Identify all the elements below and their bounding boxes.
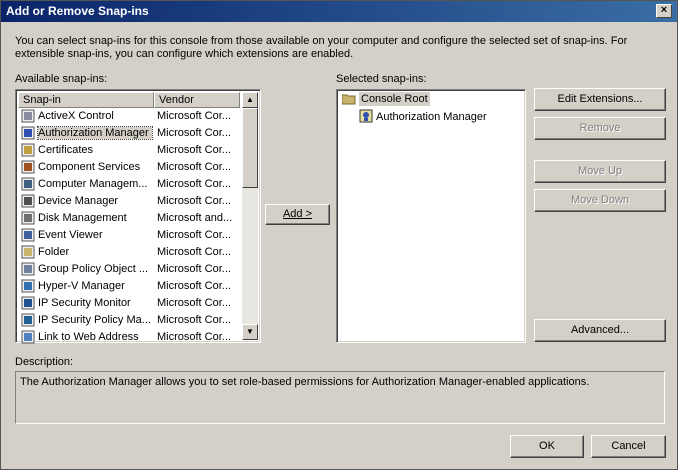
web-link-icon xyxy=(21,330,35,344)
snapin-name: Link to Web Address xyxy=(38,331,139,343)
snapin-name: Folder xyxy=(38,246,70,258)
snapin-vendor: Microsoft Cor... xyxy=(157,195,231,207)
edit-extensions-button[interactable]: Edit Extensions... xyxy=(534,88,666,111)
snapin-name: Computer Managem... xyxy=(38,178,148,190)
available-snapins-label: Available snap-ins: xyxy=(15,73,108,85)
list-item[interactable]: Link to Web Address Microsoft Cor... xyxy=(18,329,240,346)
remove-button[interactable]: Remove xyxy=(534,117,666,140)
ok-button[interactable]: OK xyxy=(510,435,584,458)
snapin-name: Event Viewer xyxy=(38,229,103,241)
cancel-button[interactable]: Cancel xyxy=(591,435,666,458)
list-item[interactable]: Component Services Microsoft Cor... xyxy=(18,159,240,176)
snapin-vendor: Microsoft Cor... xyxy=(157,229,231,241)
device-manager-icon xyxy=(21,194,35,208)
authorization-manager-icon xyxy=(359,109,373,123)
disk-management-icon xyxy=(21,211,35,225)
list-item[interactable]: Disk Management Microsoft and... xyxy=(18,210,240,227)
snapin-name: IP Security Monitor xyxy=(38,297,131,309)
description-box: The Authorization Manager allows you to … xyxy=(15,371,665,424)
tree-item-label: Authorization Manager xyxy=(376,111,487,123)
description-label: Description: xyxy=(15,356,74,368)
snapin-vendor: Microsoft Cor... xyxy=(157,297,231,309)
intro-text: You can select snap-ins for this console… xyxy=(15,35,628,60)
snapin-vendor: Microsoft Cor... xyxy=(157,331,231,343)
snapin-name: Hyper-V Manager xyxy=(38,280,125,292)
add-button[interactable]: Add > xyxy=(265,204,330,225)
folder-icon xyxy=(21,245,35,259)
component-services-icon xyxy=(21,160,35,174)
column-header-snapin[interactable]: Snap-in xyxy=(18,92,154,108)
snapin-vendor: Microsoft Cor... xyxy=(157,178,231,190)
snapin-vendor: Microsoft Cor... xyxy=(157,314,231,326)
list-item[interactable]: Hyper-V Manager Microsoft Cor... xyxy=(18,278,240,295)
ip-security-monitor-icon xyxy=(21,296,35,310)
add-remove-snapins-dialog: Add or Remove Snap-ins × You can select … xyxy=(0,0,678,470)
snapin-vendor: Microsoft Cor... xyxy=(157,127,231,139)
list-item[interactable]: IP Security Monitor Microsoft Cor... xyxy=(18,295,240,312)
snapin-vendor: Microsoft Cor... xyxy=(157,144,231,156)
description-text: The Authorization Manager allows you to … xyxy=(20,376,590,388)
hyper-v-icon xyxy=(21,279,35,293)
snapin-name: IP Security Policy Ma... xyxy=(38,314,151,326)
add-button-label: Add > xyxy=(282,208,313,220)
snapin-name: Certificates xyxy=(38,144,94,156)
ip-security-policy-icon xyxy=(21,313,35,327)
close-button[interactable]: × xyxy=(656,4,672,18)
selected-snapins-tree[interactable]: Console Root Authorization Manager xyxy=(336,89,526,343)
authorization-manager-icon xyxy=(21,126,35,140)
snapin-name: Disk Management xyxy=(38,212,127,224)
tree-item-label: Console Root xyxy=(359,92,430,106)
selected-snapins-label: Selected snap-ins: xyxy=(336,73,427,85)
snapin-name: Component Services xyxy=(38,161,141,173)
list-item[interactable]: Group Policy Object ... Microsoft Cor... xyxy=(18,261,240,278)
computer-management-icon xyxy=(21,177,35,191)
snapin-name: Group Policy Object ... xyxy=(38,263,149,275)
list-item[interactable]: Folder Microsoft Cor... xyxy=(18,244,240,261)
event-viewer-icon xyxy=(21,228,35,242)
advanced-button[interactable]: Advanced... xyxy=(534,319,666,342)
list-item[interactable]: Device Manager Microsoft Cor... xyxy=(18,193,240,210)
title-bar: Add or Remove Snap-ins × xyxy=(1,1,677,22)
snapin-vendor: Microsoft Cor... xyxy=(157,110,231,122)
certificates-icon xyxy=(21,143,35,157)
group-policy-icon xyxy=(21,262,35,276)
list-item[interactable]: ActiveX Control Microsoft Cor... xyxy=(18,108,240,125)
snapin-vendor: Microsoft Cor... xyxy=(157,280,231,292)
list-item[interactable]: Event Viewer Microsoft Cor... xyxy=(18,227,240,244)
list-item[interactable]: Computer Managem... Microsoft Cor... xyxy=(18,176,240,193)
column-header-vendor[interactable]: Vendor xyxy=(154,92,240,108)
window-title: Add or Remove Snap-ins xyxy=(6,4,149,18)
snapin-name: ActiveX Control xyxy=(38,110,114,122)
scroll-up-button[interactable]: ▲ xyxy=(242,92,258,108)
vertical-scrollbar[interactable]: ▲ ▼ xyxy=(242,92,258,340)
list-item[interactable]: IP Security Policy Ma... Microsoft Cor... xyxy=(18,312,240,329)
snapin-name: Authorization Manager xyxy=(37,126,153,140)
snapin-vendor: Microsoft Cor... xyxy=(157,161,231,173)
scroll-down-button[interactable]: ▼ xyxy=(242,324,258,340)
move-up-button[interactable]: Move Up xyxy=(534,160,666,183)
move-down-button[interactable]: Move Down xyxy=(534,189,666,212)
snapin-name: Device Manager xyxy=(38,195,119,207)
available-snapins-list[interactable]: Snap-in Vendor ActiveX Control Microsoft … xyxy=(15,89,261,346)
list-item[interactable]: Authorization Manager Microsoft Cor... xyxy=(18,125,240,142)
snapin-vendor: Microsoft Cor... xyxy=(157,263,231,275)
snapin-vendor: Microsoft Cor... xyxy=(157,246,231,258)
snapin-vendor: Microsoft and... xyxy=(157,212,233,224)
scroll-thumb[interactable] xyxy=(242,108,258,188)
folder-icon xyxy=(342,94,356,105)
activex-icon xyxy=(21,109,35,123)
list-item[interactable]: Certificates Microsoft Cor... xyxy=(18,142,240,159)
